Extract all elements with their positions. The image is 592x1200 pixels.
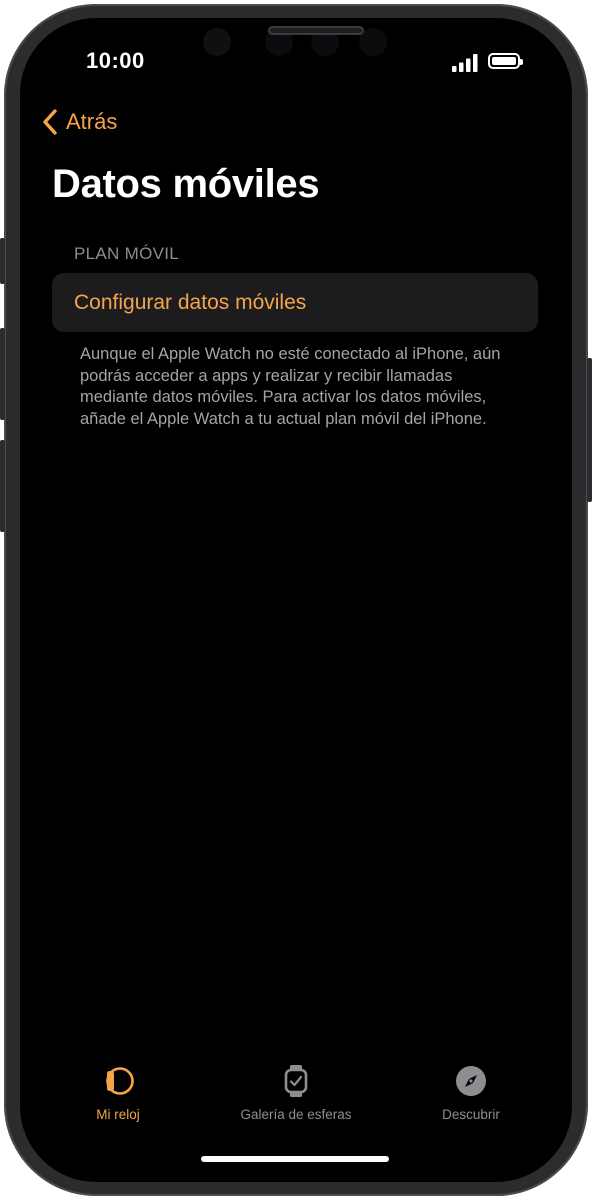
- tab-bar: Mi reloj Galería de esferas Descubrir: [20, 1063, 572, 1133]
- home-indicator[interactable]: [201, 1156, 389, 1162]
- back-label: Atrás: [66, 109, 118, 134]
- tab-my-watch[interactable]: Mi reloj: [38, 1063, 198, 1122]
- action-button: [0, 238, 5, 284]
- watch-face-icon: [106, 1067, 134, 1095]
- section-header: PLAN MÓVIL: [74, 244, 180, 263]
- status-bar: 10:00: [20, 18, 572, 88]
- compass-icon: [456, 1066, 486, 1096]
- tab-discover[interactable]: Descubrir: [391, 1063, 551, 1122]
- tab-label: Descubrir: [442, 1107, 500, 1122]
- tab-label: Mi reloj: [96, 1107, 140, 1122]
- volume-up-button: [0, 328, 5, 420]
- tab-face-gallery[interactable]: Galería de esferas: [216, 1063, 376, 1122]
- cellular-signal-icon: [452, 54, 478, 72]
- chevron-left-icon: [43, 109, 57, 135]
- back-button[interactable]: Atrás: [42, 106, 117, 138]
- tab-label: Galería de esferas: [240, 1107, 352, 1122]
- configure-cellular-button[interactable]: Configurar datos móviles: [52, 273, 538, 332]
- volume-down-button: [0, 440, 5, 532]
- section-footer: Aunque el Apple Watch no esté conectado …: [80, 345, 501, 428]
- page-title: Datos móviles: [52, 162, 320, 206]
- screen: 10:00 Atrás Datos móviles PLAN MÓVIL Con…: [20, 18, 572, 1182]
- configure-cellular-label: Configurar datos móviles: [74, 290, 307, 314]
- watch-icon: [284, 1065, 308, 1097]
- status-time: 10:00: [86, 48, 145, 73]
- side-button: [587, 358, 592, 502]
- battery-icon: [488, 53, 523, 69]
